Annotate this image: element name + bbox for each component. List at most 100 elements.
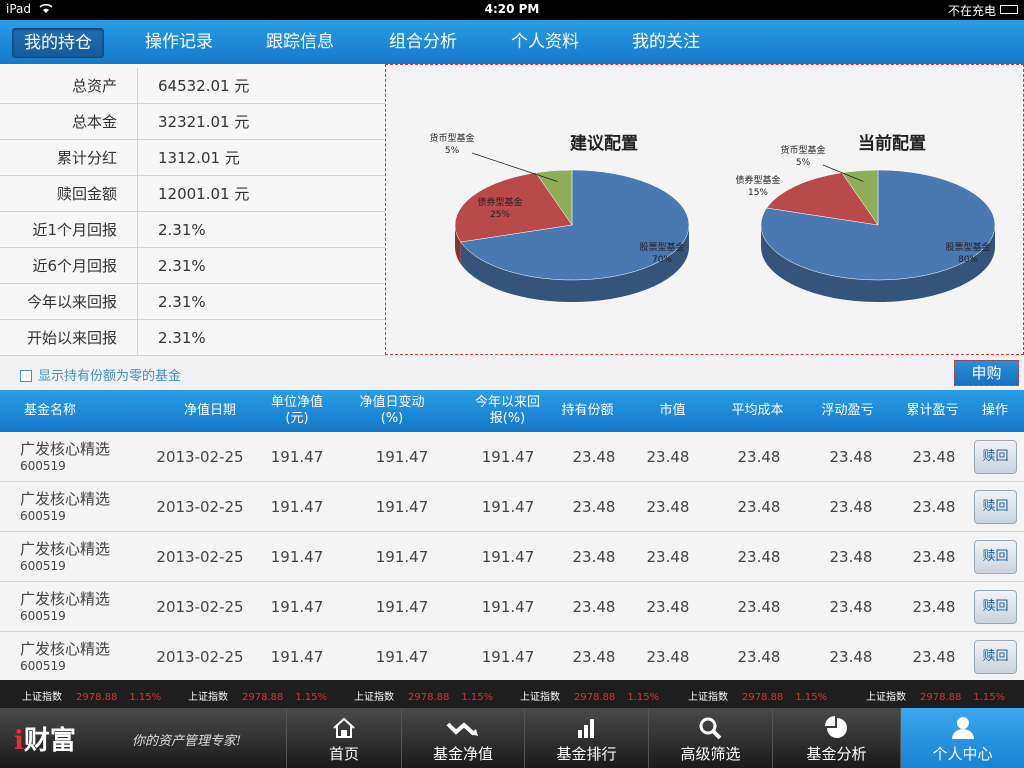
redeem-button[interactable]: 赎回	[974, 540, 1017, 574]
nav-label: 基金净值	[432, 745, 493, 763]
asset-summary: 总资产 64532.01 元 总本金 32321.01 元 累计分红 1312.01 …	[0, 64, 386, 356]
fund-name: 广发核心精选	[20, 590, 111, 608]
nav-label: 个人中心	[932, 745, 993, 763]
user-icon	[901, 716, 1024, 740]
summary-value: 1312.01 元	[158, 149, 240, 167]
summary-value: 32321.01 元	[158, 113, 250, 131]
redeem-button[interactable]: 赎回	[974, 590, 1017, 624]
header-action: 操作	[981, 403, 1008, 418]
ticker-name: 上证指数	[22, 692, 62, 703]
cell-ytd: 191.47	[481, 598, 535, 616]
tab-records[interactable]: 操作记录	[134, 28, 224, 58]
summary-value: 12001.01 元	[158, 185, 250, 203]
tab-portfolio[interactable]: 组合分析	[378, 28, 468, 58]
slice-label: 70%	[652, 255, 672, 265]
cell-change: 191.47	[375, 648, 429, 666]
header-avg-cost: 平均成本	[731, 403, 784, 418]
fund-name: 广发核心精选	[20, 640, 111, 658]
summary-value: 2.31%	[158, 329, 206, 347]
charging-status: 不在充电	[947, 4, 996, 18]
ticker-value: 2978.88	[742, 692, 784, 703]
cell-cost: 23.48	[737, 648, 781, 666]
cell-ytd: 191.47	[481, 548, 535, 566]
cell-total: 23.48	[912, 548, 956, 566]
summary-label: 赎回金额	[0, 176, 138, 212]
cell-nav: 191.47	[270, 548, 324, 566]
fund-name: 广发核心精选	[20, 490, 111, 508]
allocation-charts: 建议配置 股票型基金 70% 债券型基金 25% 货币型基金 5% 当前配置 股票型基金 80% 债…	[385, 64, 1024, 355]
summary-value: 64532.01 元	[158, 77, 250, 95]
summary-row: 今年以来回报 2.31%	[0, 284, 386, 320]
cell-total: 23.48	[912, 648, 956, 666]
redeem-button[interactable]: 赎回	[974, 640, 1017, 674]
slice-name: 货币型基金	[780, 144, 825, 156]
cell-shares: 23.48	[572, 598, 616, 616]
nav-fund-nav[interactable]: 基金净值	[401, 708, 524, 768]
ticker-item: 上证指数 2978.88 1.15%	[520, 688, 659, 703]
slice-name: 股票型基金	[639, 241, 684, 253]
cell-cost: 23.48	[737, 598, 781, 616]
summary-row: 开始以来回报 2.31%	[0, 320, 386, 356]
summary-label: 今年以来回报	[0, 284, 138, 320]
summary-label: 累计分红	[0, 140, 138, 176]
header-market-value: 市值	[659, 403, 686, 418]
redeem-button[interactable]: 赎回	[974, 440, 1017, 474]
fund-name: 广发核心精选	[20, 540, 111, 558]
cell-total: 23.48	[912, 448, 956, 466]
cell-cost: 23.48	[737, 498, 781, 516]
ticker-name: 上证指数	[188, 692, 228, 703]
ticker-value: 2978.88	[76, 692, 118, 703]
ticker-name: 上证指数	[688, 692, 728, 703]
tab-tracking[interactable]: 跟踪信息	[255, 28, 345, 58]
search-icon	[649, 716, 772, 740]
cell-ytd: 191.47	[481, 648, 535, 666]
battery-icon	[1000, 5, 1018, 14]
summary-row: 总本金 32321.01 元	[0, 104, 386, 140]
ticker-item: 上证指数 2978.88 1.15%	[866, 688, 1005, 703]
cell-nav: 191.47	[270, 498, 324, 516]
nav-label: 首页	[328, 745, 359, 763]
cell-cost: 23.48	[737, 448, 781, 466]
summary-row: 赎回金额 12001.01 元	[0, 176, 386, 212]
summary-value: 2.31%	[158, 293, 206, 311]
ticker-value: 2978.88	[574, 692, 616, 703]
summary-label: 近6个月回报	[0, 248, 138, 284]
header-unit-nav: 单位净值(元)	[270, 395, 323, 426]
checkbox[interactable]	[20, 370, 32, 382]
show-zero-holdings[interactable]: 显示持有份额为零的基金	[20, 365, 181, 384]
buy-button[interactable]: 申购	[954, 360, 1019, 386]
ticker-value: 2978.88	[920, 692, 962, 703]
header-shares: 持有份额	[561, 403, 614, 418]
slice-name: 股票型基金	[945, 241, 990, 253]
nav-personal-center[interactable]: 个人中心	[900, 708, 1024, 768]
cell-total: 23.48	[912, 598, 956, 616]
summary-row: 累计分红 1312.01 元	[0, 140, 386, 176]
ticker-pct: 1.15%	[795, 692, 828, 703]
ticker-pct: 1.15%	[295, 692, 328, 703]
nav-advanced-filter[interactable]: 高级筛选	[648, 708, 772, 768]
nav-label: 基金排行	[556, 745, 617, 763]
tab-profile[interactable]: 个人资料	[500, 28, 590, 58]
header-nav-date: 净值日期	[183, 403, 236, 418]
cell-float: 23.48	[829, 598, 873, 616]
nav-fund-analysis[interactable]: 基金分析	[772, 708, 900, 768]
cell-nav: 191.47	[270, 598, 324, 616]
fund-code: 600519	[20, 559, 66, 573]
summary-value: 2.31%	[158, 257, 206, 275]
tab-holdings[interactable]: 我的持仓	[12, 28, 104, 58]
cell-change: 191.47	[375, 598, 429, 616]
fund-name: 广发核心精选	[20, 440, 111, 458]
tab-favorites[interactable]: 我的关注	[621, 28, 711, 58]
ticker-item: 上证指数 2978.88 1.15%	[188, 688, 327, 703]
nav-fund-ranking[interactable]: 基金排行	[524, 708, 648, 768]
slice-name: 债券型基金	[477, 196, 522, 208]
slice-name: 货币型基金	[429, 132, 474, 144]
cell-mv: 23.48	[646, 598, 690, 616]
fund-code: 600519	[20, 609, 66, 623]
ticker-item: 上证指数 2978.88 1.15%	[22, 688, 161, 703]
redeem-button[interactable]: 赎回	[974, 490, 1017, 524]
nav-home[interactable]: 首页	[286, 708, 401, 768]
cell-nav: 191.47	[270, 648, 324, 666]
table-row: 广发核心精选 600519 2013-02-25 191.47 191.47 191.47…	[0, 632, 1024, 682]
cell-shares: 23.48	[572, 448, 616, 466]
